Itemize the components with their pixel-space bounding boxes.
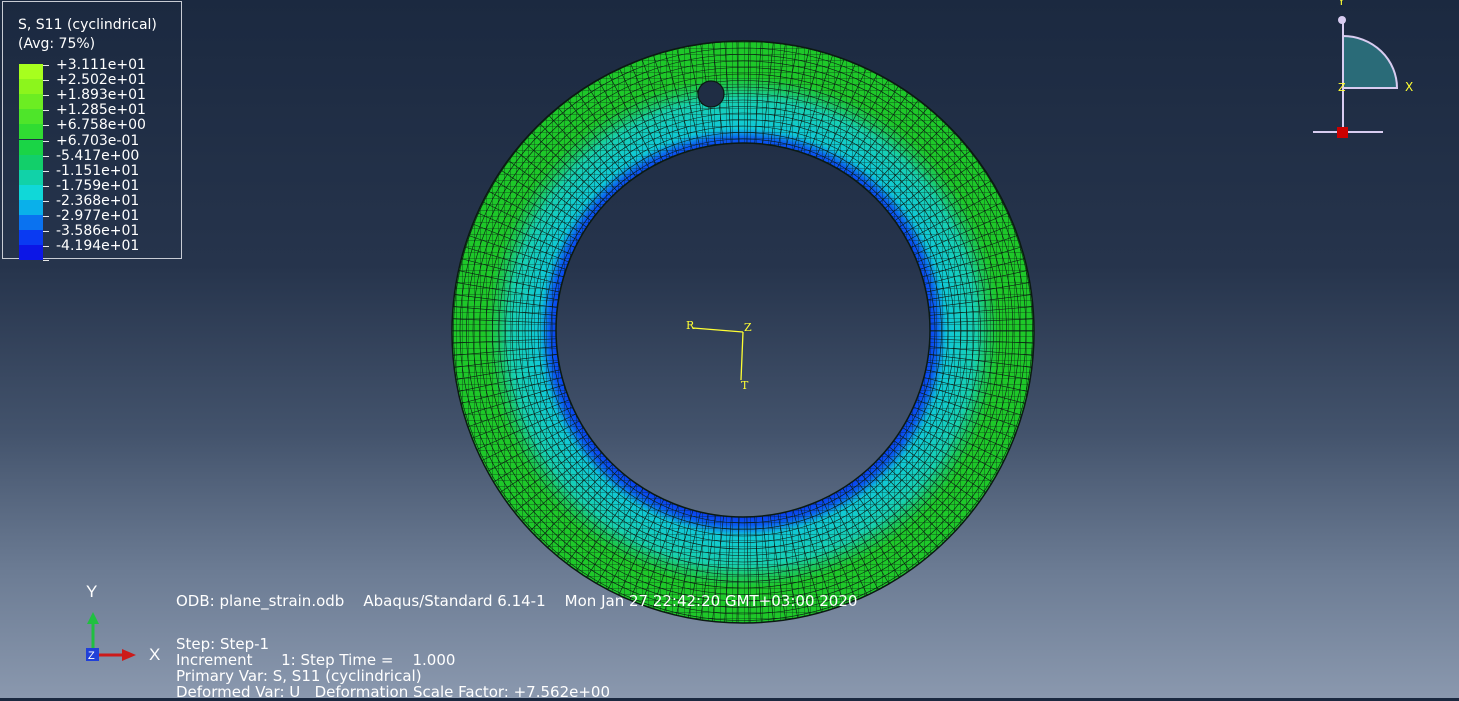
triad-y-arrow [87, 612, 99, 624]
triad-x-arrow [122, 649, 136, 661]
view-cube-top-handle[interactable] [1338, 16, 1346, 24]
odb-info-line: ODB: plane_strain.odb Abaqus/Standard 6.… [176, 592, 858, 610]
primary-var-line: Primary Var: S, S11 (cyclindrical) [176, 667, 422, 685]
view-cube-y-label: Y [1337, 0, 1345, 8]
view-cube-x-label: X [1405, 80, 1413, 94]
ring-contour-plot[interactable] [440, 30, 1050, 640]
view-cube-quadrant [1342, 34, 1399, 89]
view-cube-z-label: Z [1338, 81, 1346, 94]
csys-r-label: R [686, 319, 695, 332]
increment-info-line: Increment 1: Step Time = 1.000 [176, 651, 456, 669]
triad-y-label: Y [86, 582, 97, 601]
triad-x-label: X [149, 645, 160, 664]
csys-z-label: Z [744, 321, 752, 334]
view-cube[interactable]: Y Z X [1313, 0, 1413, 138]
triad-z-label: Z [88, 650, 95, 662]
global-triad: Y X Z [86, 582, 160, 664]
view-cube-origin-handle[interactable] [1337, 127, 1348, 138]
step-info-line: Step: Step-1 [176, 635, 270, 653]
csys-t-label: T [741, 379, 749, 392]
